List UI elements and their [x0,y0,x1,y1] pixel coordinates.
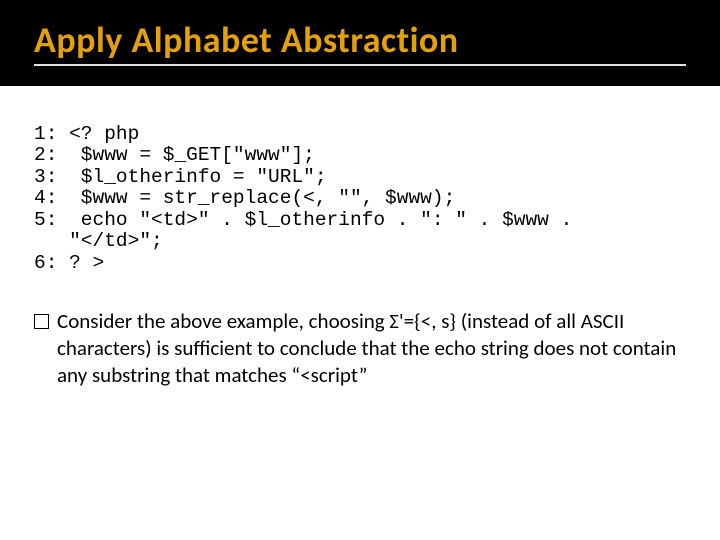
code-line-2: 2: $www = $_GET["www"]; [34,144,315,166]
title-bar: Apply Alphabet Abstraction [0,0,720,86]
code-line-5b: "</td>"; [34,230,163,252]
body-text: Consider the above example, choosing Σ'=… [34,308,680,389]
bullet-square-icon [34,314,49,329]
slide-title: Apply Alphabet Abstraction [34,18,686,66]
code-line-4: 4: $www = str_replace(<, "", $www); [34,187,455,209]
code-block: 1: <? php 2: $www = $_GET["www"]; 3: $l_… [34,124,686,274]
code-line-5: 5: echo "<td>" . $l_otherinfo . ": " . $… [34,209,572,231]
bullet-item: Consider the above example, choosing Σ'=… [34,308,680,389]
body-content: Consider the above example, choosing Σ'=… [57,308,680,389]
code-line-3: 3: $l_otherinfo = "URL"; [34,166,327,188]
code-line-1: 1: <? php [34,123,139,145]
slide: Apply Alphabet Abstraction 1: <? php 2: … [0,0,720,540]
code-line-6: 6: ? > [34,252,104,274]
